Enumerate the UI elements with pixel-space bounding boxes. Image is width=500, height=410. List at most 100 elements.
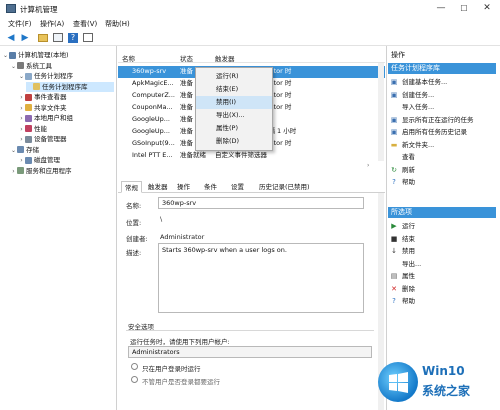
- tab-actions[interactable]: 操作: [174, 181, 193, 193]
- action-item[interactable]: ✕ 删除: [390, 283, 494, 295]
- tab-general[interactable]: 常规: [121, 181, 142, 193]
- tree-item[interactable]: 任务计划程序库: [26, 81, 114, 92]
- tree-node-icon: [17, 146, 24, 153]
- action-item[interactable]: 导入任务...: [390, 101, 494, 113]
- action-item-label: 结束: [402, 234, 415, 243]
- blank-icon: [390, 153, 398, 161]
- action-item[interactable]: ▣ 创建任务...: [390, 89, 494, 101]
- properties-icon[interactable]: [82, 32, 94, 44]
- action-item-label: 帮助: [402, 178, 415, 186]
- action-item[interactable]: ? 帮助: [390, 176, 494, 188]
- context-menu-export[interactable]: 导出(X)...: [196, 109, 272, 122]
- minimize-button[interactable]: —: [430, 2, 452, 15]
- blank-icon: [390, 103, 398, 111]
- column-trigger[interactable]: 触发器: [215, 53, 235, 63]
- action-item[interactable]: ▶ 运行: [390, 220, 494, 232]
- tree-item[interactable]: › 设备管理器: [18, 134, 114, 144]
- expand-down-icon[interactable]: ⌄: [10, 62, 17, 71]
- menu-file[interactable]: 文件(F): [8, 19, 32, 29]
- expand-right-icon[interactable]: ›: [18, 114, 25, 123]
- help-icon[interactable]: ?: [67, 32, 79, 44]
- context-menu-end[interactable]: 结束(E): [196, 83, 272, 96]
- scroll-right-arrow-icon[interactable]: ›: [367, 162, 375, 172]
- tree-item[interactable]: › 性能: [18, 124, 114, 134]
- task-icon: ▣: [390, 90, 398, 99]
- menu-view[interactable]: 查看(V): [73, 19, 97, 29]
- maximize-button[interactable]: ☐: [453, 2, 475, 15]
- expand-right-icon[interactable]: ›: [18, 93, 25, 102]
- tab-settings[interactable]: 设置: [228, 181, 247, 193]
- tree-node-icon: [9, 51, 16, 59]
- action-item[interactable]: ▤ 属性: [390, 270, 494, 282]
- task-status: 准备就绪: [180, 151, 206, 159]
- action-item-label: 属性: [402, 272, 415, 280]
- column-status[interactable]: 状态: [180, 53, 193, 63]
- expand-right-icon[interactable]: ›: [18, 104, 25, 113]
- tree-node-icon: [17, 167, 24, 174]
- expand-right-icon[interactable]: ›: [10, 167, 17, 176]
- radio-logged-on-only[interactable]: [131, 363, 138, 370]
- tree-item[interactable]: › 本地用户和组: [18, 113, 114, 123]
- expand-right-icon[interactable]: ›: [18, 156, 25, 165]
- back-arrow-icon[interactable]: ◀: [5, 32, 17, 44]
- show-tree-icon[interactable]: [52, 32, 64, 44]
- tree-item-label: 共享文件夹: [34, 103, 67, 112]
- action-item-label: 显示所有正在运行的任务: [402, 115, 474, 124]
- name-label: 名称:: [126, 202, 142, 210]
- menu-help[interactable]: 帮助(H): [105, 19, 130, 29]
- tree-item[interactable]: › 磁盘管理: [18, 155, 114, 165]
- name-field[interactable]: 360wp-srv: [158, 197, 364, 209]
- context-menu-run[interactable]: 运行(R): [196, 70, 272, 83]
- action-item[interactable]: ▣ 启用所有任务历史记录: [390, 126, 494, 138]
- expand-down-icon[interactable]: ⌄: [18, 72, 25, 81]
- table-row[interactable]: Intel PTT E... 准备就绪 自定义事件筛选器: [118, 150, 385, 162]
- action-item-label: 新文件夹...: [402, 140, 435, 149]
- refresh-icon: ↻: [391, 165, 397, 174]
- tree-item-label: 服务和应用程序: [26, 166, 72, 175]
- description-label: 描述:: [126, 249, 142, 257]
- tree-item[interactable]: ⌄ 计算机管理(本地): [2, 50, 114, 60]
- actions-group-selected[interactable]: 所选项: [388, 207, 496, 218]
- tree-item-label: 事件查看器: [34, 93, 67, 101]
- expand-right-icon[interactable]: ›: [18, 135, 25, 144]
- tree-item-label: 任务计划程序库: [42, 82, 88, 91]
- action-item[interactable]: ↻ 刷新: [390, 164, 494, 176]
- expand-right-icon[interactable]: ›: [18, 125, 25, 134]
- action-item[interactable]: ↓ 禁用: [390, 245, 494, 257]
- tree-item[interactable]: ⌄ 存储: [10, 145, 114, 155]
- tree-item[interactable]: ⌄ 系统工具: [10, 61, 114, 71]
- actions-group-library[interactable]: 任务计划程序库: [388, 63, 496, 74]
- list-scrollbar[interactable]: [378, 63, 384, 161]
- close-button[interactable]: ✕: [476, 2, 498, 15]
- context-menu-properties[interactable]: 属性(P): [196, 122, 272, 135]
- action-item[interactable]: ■ 结束: [390, 233, 494, 245]
- tab-history[interactable]: 历史记录(已禁用): [256, 181, 313, 193]
- tab-triggers[interactable]: 触发器: [145, 181, 171, 193]
- description-field[interactable]: Starts 360wp-srv when a user logs on.: [158, 243, 364, 313]
- tree-item[interactable]: › 共享文件夹: [18, 103, 114, 113]
- action-item[interactable]: 查看: [390, 151, 494, 163]
- context-menu-delete[interactable]: 删除(D): [196, 135, 272, 148]
- action-item[interactable]: ▬ 新文件夹...: [390, 139, 494, 151]
- blank-icon: [390, 260, 398, 268]
- tab-conditions[interactable]: 条件: [201, 181, 220, 193]
- forward-arrow-icon[interactable]: ▶: [19, 32, 31, 44]
- action-item[interactable]: ▣ 显示所有正在运行的任务: [390, 114, 494, 126]
- tree-item[interactable]: › 服务和应用程序: [10, 166, 114, 176]
- tree-node-icon: [25, 72, 32, 80]
- up-folder-icon[interactable]: [37, 32, 49, 44]
- action-item[interactable]: ▣ 创建基本任务...: [390, 76, 494, 88]
- menu-action[interactable]: 操作(A): [40, 19, 64, 29]
- action-item[interactable]: ? 帮助: [390, 295, 494, 307]
- tree-item[interactable]: › 事件查看器: [18, 92, 114, 102]
- column-name[interactable]: 名称: [122, 53, 135, 63]
- tree-node-icon: [25, 135, 32, 143]
- tree-item[interactable]: ⌄ 任务计划程序: [18, 71, 114, 81]
- expand-down-icon[interactable]: ⌄: [2, 51, 9, 60]
- context-menu-disable[interactable]: 禁用(I): [196, 96, 272, 109]
- action-item-label: 运行: [402, 222, 415, 230]
- radio-whether-logged-on[interactable]: [131, 376, 138, 383]
- run-as-account-field[interactable]: Administrators: [128, 346, 372, 358]
- expand-down-icon[interactable]: ⌄: [10, 146, 17, 155]
- action-item[interactable]: 导出...: [390, 258, 494, 270]
